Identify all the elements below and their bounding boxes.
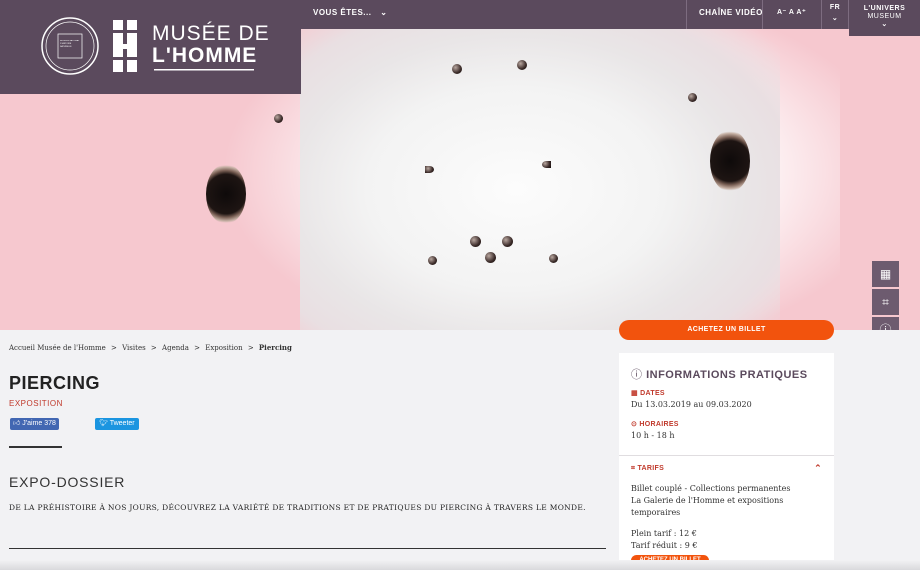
logo-wordmark-line2: L'HOMME [152,44,258,67]
tarifs-description-2: La Galerie de l'Homme et expositions [631,496,784,505]
hours-value: 10 h - 18 h [631,431,675,440]
chevron-down-icon: ⌄ [831,15,839,22]
reduced-price: Tarif réduit : 9 € [631,541,698,550]
info-panel: ⓘ INFORMATIONS PRATIQUES ▦ DATES Du 13.0… [619,353,834,570]
dates-label-text: DATES [640,390,665,397]
facebook-like-label: J'aime 378 [22,420,56,427]
breadcrumb-separator: > [150,344,157,352]
site-logo[interactable]: MUSEUM NATIONAL D'HISTOIRE NATURELLE MUS… [0,0,301,94]
ticket-icon[interactable]: ⌗ [872,289,899,315]
full-price: Plein tarif : 12 € [631,529,697,538]
breadcrumb-separator: > [111,344,117,352]
univers-label-2: MUSEUM [867,13,902,20]
breadcrumb-exposition[interactable]: Exposition [205,344,242,352]
page-bottom-edge [0,560,920,570]
divider [762,0,763,29]
expo-heading: EXPO-DOSSIER [9,474,126,490]
breadcrumb-visites[interactable]: Visites [122,344,146,352]
breadcrumb-agenda[interactable]: Agenda [162,344,189,352]
info-panel-title-text: INFORMATIONS PRATIQUES [646,369,808,381]
tarifs-description-3: temporaires [631,508,681,517]
video-channel-link[interactable]: CHAÎNE VIDÉO [699,0,763,29]
breadcrumb-current: Piercing [258,343,292,352]
calendar-icon: ▦ [631,390,638,397]
visitor-menu-label: VOUS ÊTES... [313,8,372,17]
chevron-up-icon[interactable]: ⌃ [814,463,822,474]
ear-gauge-right [710,130,750,192]
logo-wordmark-line1: MUSÉE DE [152,22,270,45]
info-panel-title: ⓘ INFORMATIONS PRATIQUES [631,366,808,382]
univers-label-1: L'UNIVERS [863,5,906,12]
piercing-stud [485,252,496,263]
univers-museum-menu[interactable]: L'UNIVERS MUSEUM ⌄ [849,0,920,36]
piercing-stud [542,161,551,168]
breadcrumb-separator: > [194,344,200,352]
dates-value: Du 13.03.2019 au 09.03.2020 [631,400,752,409]
ear-gauge-left [206,164,246,224]
divider [9,446,62,448]
divider [9,548,606,549]
piercing-stud [428,256,437,265]
hero-face [300,29,780,330]
tarifs-description-1: Billet couplé - Collections permanentes [631,484,791,493]
font-size-controls[interactable]: A⁻ A A⁺ [777,0,806,29]
calendar-icon[interactable]: ▦ [872,261,899,287]
logo-seal-text: MUSEUM NATIONAL D'HISTOIRE NATURELLE [60,40,80,48]
piercing-stud [274,114,283,123]
piercing-stud [517,60,527,70]
expo-description: DE LA PRÉHISTOIRE À NOS JOURS, DÉCOUVREZ… [9,503,586,512]
piercing-stud [470,236,481,247]
ticket-icon: ⌗ [631,465,636,472]
divider [619,455,834,456]
tarifs-label[interactable]: ⌗ TARIFS ⌃ [631,463,822,474]
piercing-stud [549,254,558,263]
language-selector[interactable]: FR ⌄ [828,0,842,29]
twitter-bird-icon: 🐦︎ [99,420,108,427]
tweet-button[interactable]: 🐦︎ Tweeter [95,418,139,430]
page-title: PIERCING [9,373,101,393]
visitor-menu[interactable]: VOUS ÊTES... ⌄ [313,0,387,29]
piercing-stud [688,93,697,102]
info-icon: ⓘ [631,369,643,381]
thumbs-up-icon: 👍︎ [13,420,21,427]
top-navigation: VOUS ÊTES... ⌄ CHAÎNE VIDÉO A⁻ A A⁺ FR ⌄… [301,0,920,36]
buy-ticket-button[interactable]: ACHETEZ UN BILLET [619,320,834,340]
divider [821,0,822,29]
breadcrumb-home[interactable]: Accueil Musée de l'Homme [9,344,106,352]
piercing-stud [425,166,434,173]
hours-label: ⊙ HORAIRES [631,420,679,428]
language-label: FR [829,4,841,11]
facebook-like-button[interactable]: 👍︎ J'aime 378 [10,418,59,430]
piercing-stud [502,236,513,247]
clock-icon: ⊙ [631,421,638,428]
divider [686,0,687,29]
chevron-down-icon: ⌄ [881,21,888,28]
chevron-down-icon: ⌄ [380,8,388,17]
breadcrumb-separator: > [247,344,254,352]
page-subtitle: EXPOSITION [9,399,63,408]
breadcrumb: Accueil Musée de l'Homme > Visites > Age… [9,343,292,352]
hours-label-text: HORAIRES [639,421,679,428]
tarifs-label-text: TARIFS [637,465,665,472]
piercing-stud [452,64,462,74]
dates-label: ▦ DATES [631,389,665,397]
tweet-label: Tweeter [109,420,135,427]
